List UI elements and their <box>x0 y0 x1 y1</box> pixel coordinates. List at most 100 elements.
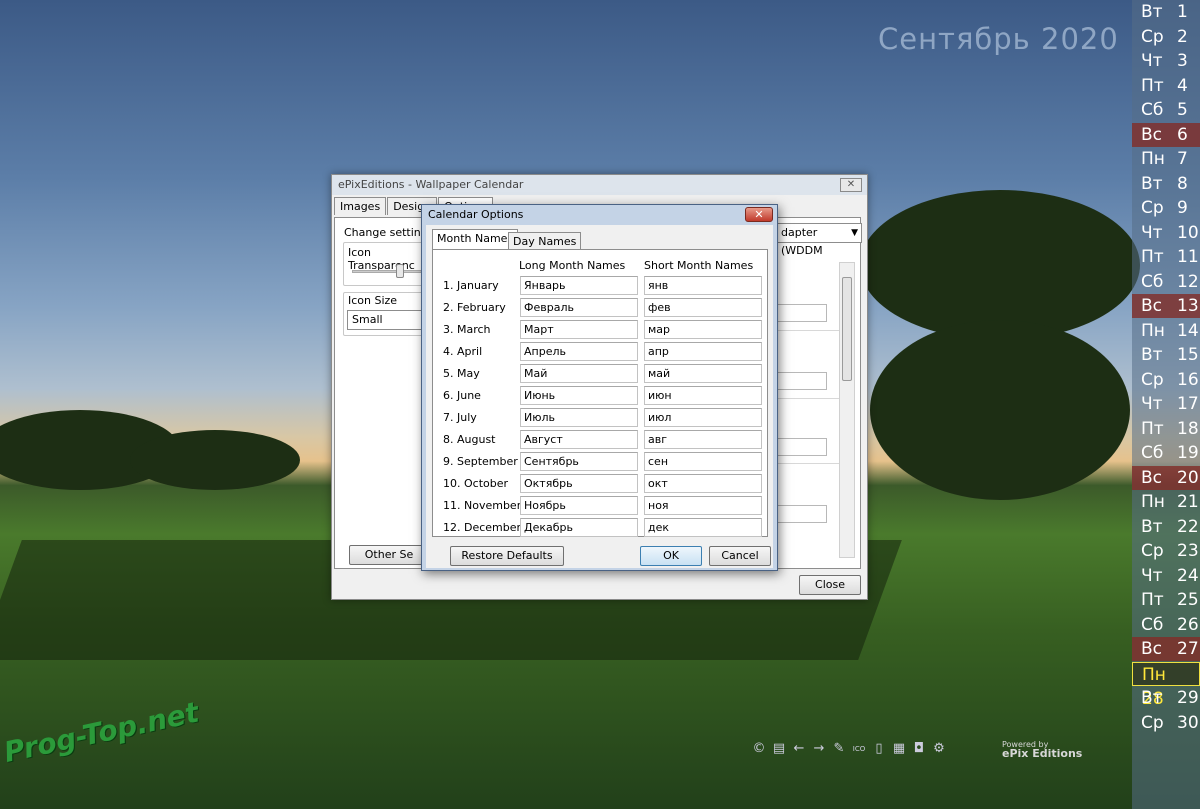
calendar-day-number: 23 <box>1177 541 1199 561</box>
cancel-button[interactable]: Cancel <box>709 546 771 566</box>
long-month-input[interactable]: Июль <box>520 408 638 427</box>
document-icon[interactable]: ▯ <box>872 742 886 756</box>
calendar-day-dow: Пт <box>1141 590 1164 610</box>
grid-icon[interactable]: ▦ <box>892 742 906 756</box>
short-month-input[interactable]: фев <box>644 298 762 317</box>
main-window-close-icon[interactable]: ✕ <box>840 178 862 192</box>
month-label: 7. July <box>443 411 477 424</box>
calendar-day: Пн 7 <box>1132 147 1200 171</box>
calendar-day-number: 12 <box>1177 271 1199 292</box>
long-month-input[interactable]: Июнь <box>520 386 638 405</box>
long-month-input[interactable]: Февраль <box>520 298 638 317</box>
other-settings-button[interactable]: Other Se <box>349 545 429 565</box>
calendar-day-dow: Ср <box>1141 198 1164 218</box>
calendar-day-dow: Пн <box>1141 492 1165 512</box>
calendar-day-number: 3 <box>1177 51 1188 71</box>
short-month-input[interactable]: авг <box>644 430 762 449</box>
calendar-day-dow: Ср <box>1141 712 1164 733</box>
calendar-day-dow: Вт <box>1141 688 1163 708</box>
calendar-day-number: 2 <box>1177 26 1188 47</box>
calendar-day: Чт 10 <box>1132 221 1200 245</box>
main-close-button[interactable]: Close <box>799 575 861 595</box>
month-label: 10. October <box>443 477 509 490</box>
dialog-close-icon[interactable]: ✕ <box>745 207 773 222</box>
adapter-select[interactable]: dapter (WDDM ▼ <box>776 223 862 257</box>
right-field-3[interactable] <box>775 438 827 456</box>
restore-defaults-button[interactable]: Restore Defaults <box>450 546 564 566</box>
long-month-input[interactable]: Январь <box>520 276 638 295</box>
short-month-input[interactable]: июн <box>644 386 762 405</box>
settings-icon[interactable]: ⚙ <box>932 742 946 756</box>
month-row: 6. June Июнь июн <box>433 385 769 407</box>
month-label: 9. September <box>443 455 518 468</box>
options-scrollbar-thumb[interactable] <box>842 277 852 381</box>
short-month-header: Short Month Names <box>644 259 754 272</box>
short-month-input[interactable]: май <box>644 364 762 383</box>
options-scrollbar[interactable] <box>839 262 855 558</box>
ico-icon[interactable]: ICO <box>852 742 866 756</box>
short-month-input[interactable]: сен <box>644 452 762 471</box>
month-row: 9. September Сентябрь сен <box>433 451 769 473</box>
calendar-day: Пн28 <box>1132 661 1200 709</box>
long-month-input[interactable]: Октябрь <box>520 474 638 493</box>
short-month-input[interactable]: дек <box>644 518 762 537</box>
long-month-input[interactable]: Ноябрь <box>520 496 638 515</box>
calendar-day-number: 25 <box>1177 590 1199 610</box>
month-label: 1. January <box>443 279 499 292</box>
month-row: 2. February Февраль фев <box>433 297 769 319</box>
short-month-input[interactable]: мар <box>644 320 762 339</box>
short-month-input[interactable]: апр <box>644 342 762 361</box>
month-label: 8. August <box>443 433 496 446</box>
short-month-input[interactable]: янв <box>644 276 762 295</box>
calendar-day: Сб 5 <box>1132 98 1200 122</box>
arrow-right-icon[interactable]: → <box>812 742 826 756</box>
dialog-titlebar[interactable]: Calendar Options <box>422 205 777 225</box>
tab-images[interactable]: Images <box>334 197 387 215</box>
long-month-input[interactable]: Май <box>520 364 638 383</box>
calendar-day-number: 17 <box>1177 394 1199 414</box>
long-month-input[interactable]: Сентябрь <box>520 452 638 471</box>
calendar-day: Сб 19 <box>1132 441 1200 465</box>
icon-size-select[interactable]: Small <box>347 310 432 330</box>
tree-canopy-right2 <box>870 320 1130 500</box>
long-month-input[interactable]: Август <box>520 430 638 449</box>
month-row: 7. July Июль июл <box>433 407 769 429</box>
long-month-input[interactable]: Декабрь <box>520 518 638 537</box>
right-field-1[interactable] <box>775 304 827 322</box>
calendar-day-dow: Пн <box>1141 149 1165 169</box>
calendar-day-number: 8 <box>1177 173 1188 194</box>
calendar-day-dow: Сб <box>1141 271 1164 292</box>
right-field-4[interactable] <box>775 505 827 523</box>
month-row: 8. August Август авг <box>433 429 769 451</box>
short-month-input[interactable]: июл <box>644 408 762 427</box>
print-icon[interactable]: ▤ <box>772 742 786 756</box>
copyright-icon[interactable]: © <box>752 742 766 756</box>
leaf-icon[interactable]: ✎ <box>832 742 846 756</box>
tab-day-names[interactable]: Day Names <box>508 232 582 249</box>
calendar-day: Ср 9 <box>1132 196 1200 220</box>
tab-month-names[interactable]: Month Names <box>432 229 519 250</box>
transparency-slider-track[interactable] <box>352 270 430 273</box>
short-month-input[interactable]: ноя <box>644 496 762 515</box>
month-row: 12. December Декабрь дек <box>433 517 769 539</box>
powered-by-logo: Powered by ePix Editions <box>1002 740 1082 759</box>
calendar-day: Ср 30 <box>1132 711 1200 735</box>
calendar-day-number: 22 <box>1177 516 1199 537</box>
right-field-2[interactable] <box>775 372 827 390</box>
calendar-day: Вс 6 <box>1132 122 1200 147</box>
calendar-day: Вт 15 <box>1132 343 1200 367</box>
long-month-input[interactable]: Март <box>520 320 638 339</box>
camera-icon[interactable]: ◘ <box>912 742 926 756</box>
month-label: 5. May <box>443 367 480 380</box>
calendar-day-dow: Ср <box>1141 369 1164 390</box>
short-month-input[interactable]: окт <box>644 474 762 493</box>
month-label: 12. December <box>443 521 522 534</box>
main-window-titlebar[interactable]: ePixEditions - Wallpaper Calendar <box>332 175 867 195</box>
month-label: 6. June <box>443 389 481 402</box>
calendar-day-number: 24 <box>1177 565 1199 586</box>
long-month-input[interactable]: Апрель <box>520 342 638 361</box>
ok-button[interactable]: OK <box>640 546 702 566</box>
arrow-left-icon[interactable]: ← <box>792 742 806 756</box>
calendar-day-dow: Чт <box>1141 565 1163 586</box>
transparency-slider-thumb[interactable] <box>396 264 404 278</box>
